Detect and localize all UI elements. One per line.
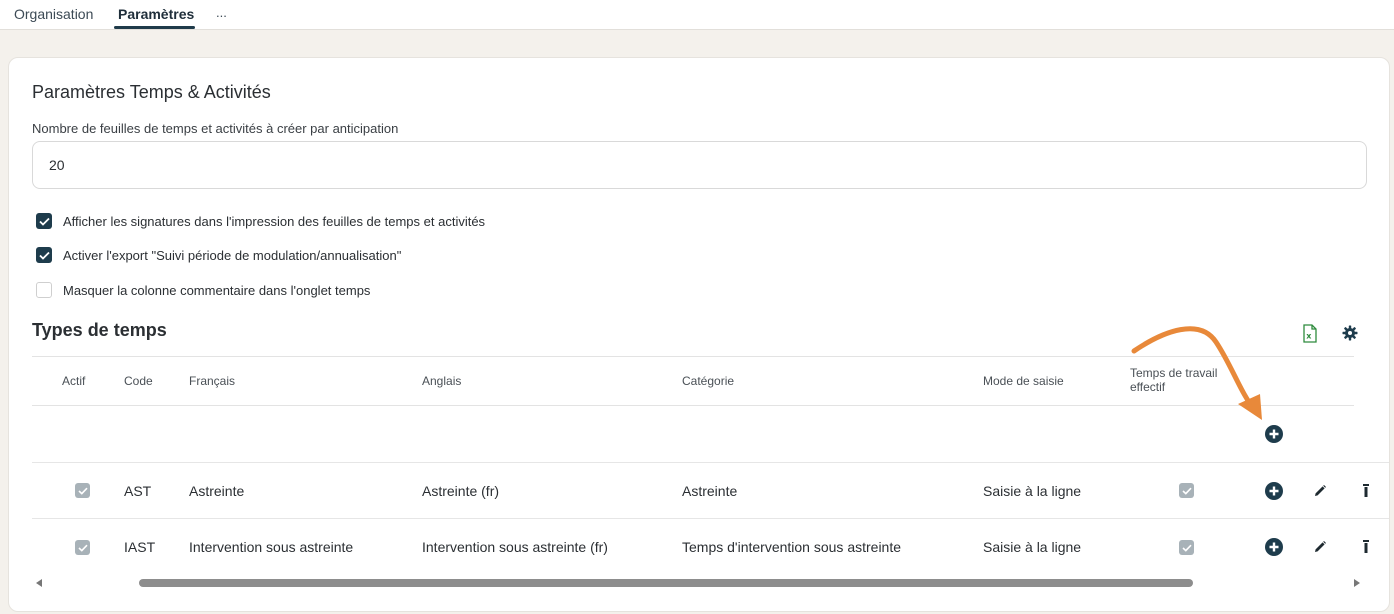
horizontal-scrollbar[interactable] <box>32 577 1370 589</box>
anticipation-label: Nombre de feuilles de temps et activités… <box>32 121 399 136</box>
active-tab-indicator <box>114 26 195 29</box>
plus-circle-icon[interactable] <box>1265 538 1283 556</box>
option-hide-comment-label: Masquer la colonne commentaire dans l'on… <box>63 282 371 298</box>
scrollbar-thumb[interactable] <box>139 579 1193 587</box>
row-code: IAST <box>124 539 156 555</box>
col-francais: Français <box>189 374 236 388</box>
scroll-right-arrow-icon[interactable] <box>1354 579 1360 587</box>
option-signatures[interactable]: Afficher les signatures dans l'impressio… <box>36 212 485 230</box>
tab-more[interactable]: ... <box>216 5 227 20</box>
option-hide-comment[interactable]: Masquer la colonne commentaire dans l'on… <box>36 281 370 299</box>
row-anglais: Astreinte (fr) <box>422 483 500 499</box>
table-top-divider <box>32 356 1354 357</box>
row-categorie: Astreinte <box>682 483 738 499</box>
add-type-icon[interactable] <box>1265 425 1283 443</box>
row-mode: Saisie à la ligne <box>983 483 1082 499</box>
pencil-icon[interactable] <box>1313 540 1327 554</box>
settings-card: Paramètres Temps & Activités Nombre de f… <box>8 57 1390 612</box>
row-code: AST <box>124 483 152 499</box>
row-divider <box>32 462 1389 463</box>
checkbox-hide-comment[interactable] <box>36 282 52 298</box>
anticipation-input[interactable]: 20 <box>32 141 1367 189</box>
col-actif: Actif <box>62 374 86 388</box>
option-export-modulation[interactable]: Activer l'export "Suivi période de modul… <box>36 246 401 264</box>
row-divider <box>32 518 1389 519</box>
row-francais: Intervention sous astreinte <box>189 539 354 555</box>
pencil-icon[interactable] <box>1313 484 1327 498</box>
option-signatures-label: Afficher les signatures dans l'impressio… <box>63 213 486 229</box>
tab-organisation[interactable]: Organisation <box>14 6 93 22</box>
option-export-modulation-label: Activer l'export "Suivi période de modul… <box>63 247 402 263</box>
tab-parametres[interactable]: Paramètres <box>118 6 194 22</box>
excel-export-icon[interactable]: x <box>1302 324 1318 343</box>
row-effectif-checkbox[interactable] <box>1179 483 1194 498</box>
checkbox-export-modulation[interactable] <box>36 247 52 263</box>
delete-icon[interactable] <box>1361 484 1371 498</box>
col-code: Code <box>124 374 153 388</box>
row-effectif-checkbox[interactable] <box>1179 540 1194 555</box>
table-header-divider <box>32 405 1354 406</box>
types-section-title: Types de temps <box>32 320 167 340</box>
gear-icon[interactable] <box>1342 325 1358 341</box>
row-actif-checkbox[interactable] <box>75 540 90 555</box>
delete-icon[interactable] <box>1361 540 1371 554</box>
col-mode-saisie: Mode de saisie <box>983 374 1064 388</box>
checkbox-signatures[interactable] <box>36 213 52 229</box>
row-categorie: Temps d'intervention sous astreinte <box>682 539 902 555</box>
tab-bar: Organisation Paramètres ... <box>0 0 1394 30</box>
row-actif-checkbox[interactable] <box>75 483 90 498</box>
svg-text:x: x <box>1306 332 1312 341</box>
row-francais: Astreinte <box>189 483 245 499</box>
plus-circle-icon[interactable] <box>1265 482 1283 500</box>
row-anglais: Intervention sous astreinte (fr) <box>422 539 608 555</box>
col-anglais: Anglais <box>422 374 462 388</box>
col-categorie: Catégorie <box>682 374 735 388</box>
row-mode: Saisie à la ligne <box>983 539 1082 555</box>
col-temps-effectif: Temps de travail effectif <box>1130 366 1218 394</box>
scroll-left-arrow-icon[interactable] <box>36 579 42 587</box>
card-title: Paramètres Temps & Activités <box>32 82 271 102</box>
